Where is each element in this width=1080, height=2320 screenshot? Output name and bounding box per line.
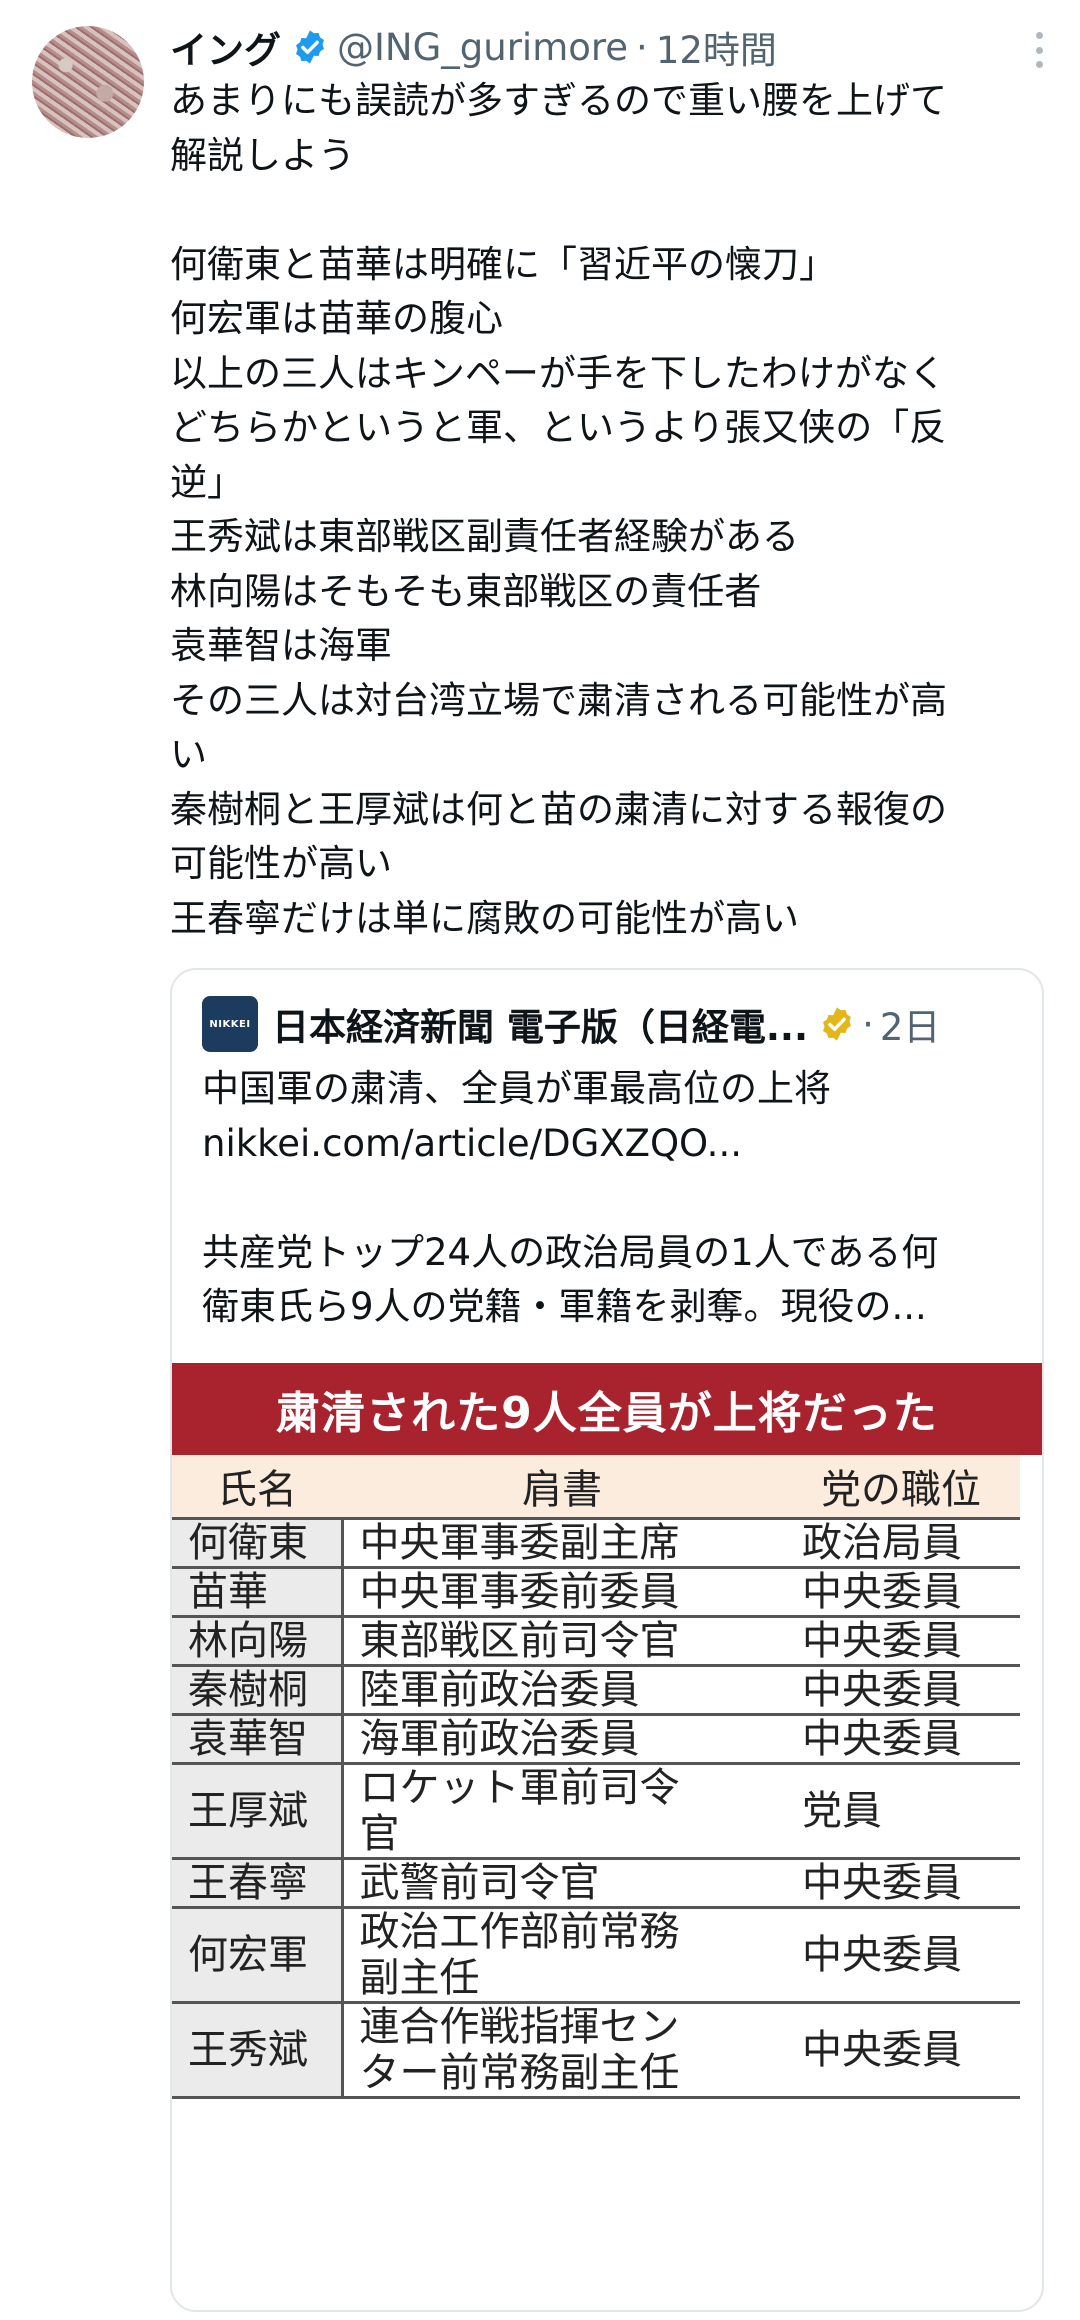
cell-party-position: 中央委員 — [782, 1714, 1020, 1765]
tweet-header: イング @ING_gurimore · 12時間 — [170, 18, 777, 76]
table-header-row: 氏名 肩書 党の職位 — [172, 1455, 1020, 1520]
cell-name: 王秀斌 — [172, 2002, 344, 2099]
cell-title: 中央軍事委前委員 — [342, 1567, 782, 1618]
header-party-position: 党の職位 — [782, 1455, 1020, 1520]
nikkei-logo: NIKKEI — [202, 996, 258, 1052]
quoted-line: 衛東氏ら9人の党籍・軍籍を剥奪。現役の... — [202, 1285, 927, 1328]
author-name[interactable]: イング — [170, 20, 281, 74]
tweet-line: 林向陽はそもそも東部戦区の責任者 — [170, 569, 762, 613]
tweet-line: その三人は対台湾立場で粛清される可能性が高 — [170, 678, 947, 722]
cell-party-position: 中央委員 — [782, 1907, 1020, 2004]
quoted-post-time: 2日 — [879, 1006, 941, 1049]
tweet-line: 袁華智は海軍 — [170, 624, 392, 667]
avatar[interactable] — [32, 26, 144, 138]
cell-party-position: 中央委員 — [782, 1616, 1020, 1667]
cell-title: 政治工作部前常務 副主任 — [342, 1907, 782, 2004]
table-row: 王秀斌 連合作戦指揮セン ター前常務副主任 中央委員 — [172, 2002, 1020, 2099]
tweet-line: あまりにも誤読が多すぎるので重い腰を上げて — [170, 79, 947, 122]
more-options-icon[interactable] — [1036, 32, 1046, 68]
quoted-line: 共産党トップ24人の政治局員の1人である何 — [202, 1230, 939, 1274]
tweet-line: 王秀斌は東部戦区副責任者経験がある — [170, 515, 799, 558]
table-row: 何衛東 中央軍事委副主席 政治局員 — [172, 1518, 1020, 1569]
cell-name: 袁華智 — [172, 1714, 344, 1765]
tweet-line: 秦樹桐と王厚斌は何と苗の粛清に対する報復の — [170, 787, 947, 831]
tweet-line: 可能性が高い — [170, 842, 392, 885]
image-banner: 粛清された9人全員が上将だった — [172, 1363, 1042, 1455]
cell-party-position: 政治局員 — [782, 1518, 1020, 1569]
verified-badge-icon — [296, 30, 324, 64]
quoted-line — [202, 1171, 1022, 1226]
cell-party-position: 中央委員 — [782, 1567, 1020, 1618]
cell-name: 秦樹桐 — [172, 1665, 344, 1716]
quoted-tweet-header: NIKKEI 日本経済新聞 電子版（日経電... · 2日 — [202, 996, 940, 1052]
cell-name: 何衛東 — [172, 1518, 344, 1569]
cell-name: 王厚斌 — [172, 1763, 344, 1860]
purge-table: 氏名 肩書 党の職位 何衛東 中央軍事委副主席 政治局員 苗華 中央軍事委前委員 中央委員… — [172, 1455, 1020, 2099]
quoted-line: 中国軍の粛清、全員が軍最高位の上将 — [202, 1067, 831, 1110]
table-row: 苗華 中央軍事委前委員 中央委員 — [172, 1567, 1020, 1618]
cell-title: 武警前司令官 — [342, 1858, 782, 1909]
attached-image[interactable]: 粛清された9人全員が上将だった 氏名 肩書 党の職位 何衛東 中央軍事委副主席 政治… — [172, 1363, 1042, 2099]
quoted-tweet[interactable]: NIKKEI 日本経済新聞 電子版（日経電... · 2日 中国軍の粛清、全員が… — [170, 968, 1044, 2312]
table-row: 王春寧 武警前司令官 中央委員 — [172, 1858, 1020, 1909]
tweet-line: 何衛東と苗華は明確に「習近平の懐刀」 — [170, 242, 836, 286]
tweet-line: どちらかというと軍、というより張又侠の「反 — [170, 406, 947, 449]
cell-name: 林向陽 — [172, 1616, 344, 1667]
cell-name: 王春寧 — [172, 1858, 344, 1909]
cell-title: 陸軍前政治委員 — [342, 1665, 782, 1716]
quoted-author-name: 日本経済新聞 電子版（日経電... — [272, 1006, 809, 1049]
tweet-line — [170, 183, 1050, 238]
table-row: 林向陽 東部戦区前司令官 中央委員 — [172, 1616, 1020, 1667]
table-row: 秦樹桐 陸軍前政治委員 中央委員 — [172, 1665, 1020, 1716]
post-time[interactable]: 12時間 — [656, 20, 777, 74]
tweet-line: い — [170, 733, 207, 776]
tweet-line: 以上の三人はキンペーが手を下したわけがなく — [170, 351, 946, 395]
cell-name: 何宏軍 — [172, 1907, 344, 2004]
cell-title: 東部戦区前司令官 — [342, 1616, 782, 1667]
separator-dot: · — [636, 25, 648, 69]
table-row: 王厚斌 ロケット軍前司令 官党員 — [172, 1763, 1020, 1860]
tweet-line: 何宏軍は苗華の腹心 — [170, 297, 503, 340]
author-handle[interactable]: @ING_gurimore — [337, 26, 628, 69]
cell-name: 苗華 — [172, 1567, 344, 1618]
cell-party-position: 党員 — [782, 1763, 1020, 1860]
cell-title: 連合作戦指揮セン ター前常務副主任 — [342, 2002, 782, 2099]
tweet-line: 王春寧だけは単に腐敗の可能性が高い — [170, 896, 799, 940]
article-link[interactable]: nikkei.com/article/DGXZQO... — [202, 1117, 1022, 1172]
verified-org-badge-icon — [823, 1007, 851, 1041]
cell-party-position: 中央委員 — [782, 2002, 1020, 2099]
quoted-separator: · — [862, 1002, 874, 1046]
cell-party-position: 中央委員 — [782, 1858, 1020, 1909]
tweet-text: あまりにも誤読が多すぎるので重い腰を上げて 解説しよう何衛東と苗華は明確に「習近平… — [170, 74, 1050, 946]
tweet-line: 逆」 — [170, 460, 244, 504]
table-row: 何宏軍 政治工作部前常務 副主任 中央委員 — [172, 1907, 1020, 2004]
cell-title: ロケット軍前司令 官 — [342, 1763, 782, 1860]
header-title: 肩書 — [342, 1455, 782, 1520]
tweet-line: 解説しよう — [170, 133, 355, 177]
cell-title: 中央軍事委副主席 — [342, 1518, 782, 1569]
header-name: 氏名 — [172, 1455, 342, 1520]
cell-title: 海軍前政治委員 — [342, 1714, 782, 1765]
quoted-tweet-text: 中国軍の粛清、全員が軍最高位の上将 nikkei.com/article/DGXZ… — [202, 1062, 1022, 1335]
cell-party-position: 中央委員 — [782, 1665, 1020, 1716]
table-row: 袁華智 海軍前政治委員 中央委員 — [172, 1714, 1020, 1765]
